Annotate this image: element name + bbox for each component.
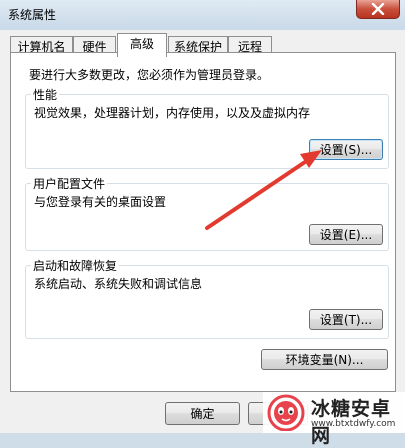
window-title: 系统属性 bbox=[8, 8, 57, 22]
startup-recovery-group: 启动和故障恢复 系统启动、系统失败和调试信息 设置(T)... bbox=[25, 257, 389, 339]
dialog-body: 计算机名 硬件 高级 系统保护 远程 要进行大多数更改，您必须作为管理员登录。 … bbox=[0, 30, 405, 433]
user-profiles-group-title: 用户配置文件 bbox=[31, 175, 108, 192]
close-icon bbox=[371, 3, 385, 15]
user-profiles-settings-button[interactable]: 设置(E)... bbox=[309, 224, 383, 245]
startup-recovery-description: 系统启动、系统失败和调试信息 bbox=[34, 277, 203, 291]
watermark-logo-icon bbox=[267, 394, 305, 431]
user-profiles-description: 与您登录有关的桌面设置 bbox=[34, 195, 167, 209]
admin-notice: 要进行大多数更改，您必须作为管理员登录。 bbox=[29, 68, 270, 82]
tab-panel-advanced: 要进行大多数更改，您必须作为管理员登录。 性能 视觉效果，处理器计划，内存使用，… bbox=[10, 52, 396, 392]
startup-recovery-settings-button[interactable]: 设置(T)... bbox=[309, 309, 383, 330]
performance-description: 视觉效果，处理器计划，内存使用，以及及虚拟内存 bbox=[34, 106, 311, 120]
performance-group-title: 性能 bbox=[31, 86, 60, 103]
environment-variables-button[interactable]: 环境变量(N)... bbox=[261, 349, 388, 370]
performance-group: 性能 视觉效果，处理器计划，内存使用，以及及虚拟内存 设置(S)... bbox=[25, 86, 389, 169]
title-bar: 系统属性 bbox=[0, 0, 405, 30]
ok-button[interactable]: 确定 bbox=[165, 402, 240, 425]
startup-recovery-group-title: 启动和故障恢复 bbox=[31, 257, 120, 274]
tab-advanced[interactable]: 高级 bbox=[117, 33, 167, 57]
close-button[interactable] bbox=[356, 0, 400, 19]
performance-settings-button[interactable]: 设置(S)... bbox=[309, 139, 383, 160]
watermark-url: www.btxtdwfy.com bbox=[311, 419, 396, 429]
user-profiles-group: 用户配置文件 与您登录有关的桌面设置 设置(E)... bbox=[25, 175, 389, 251]
watermark: 冰糖安卓网 www.btxtdwfy.com bbox=[263, 392, 405, 447]
